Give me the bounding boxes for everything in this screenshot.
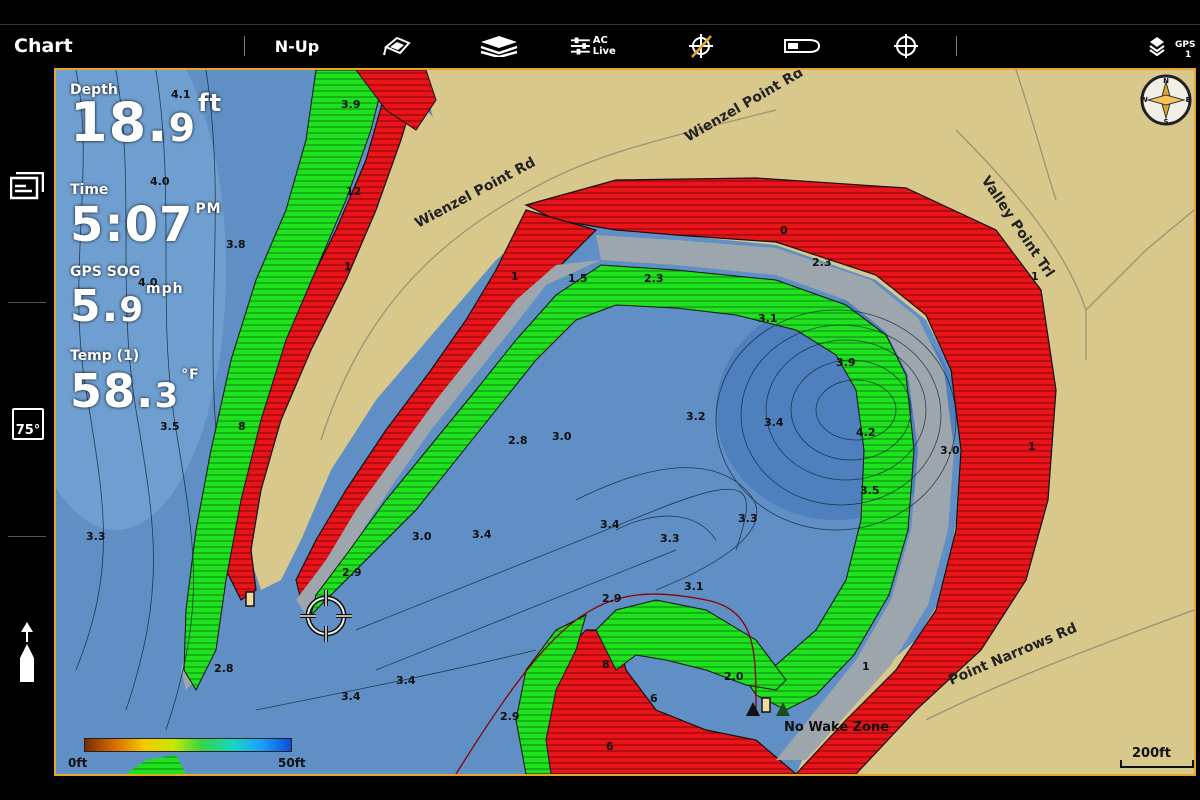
buoy-marker: [245, 591, 255, 607]
left-sidebar: 75°: [0, 66, 54, 800]
target-off-icon[interactable]: [686, 28, 716, 64]
waypoint-flag-icon[interactable]: [380, 28, 416, 64]
compass-icon[interactable]: N S E W: [1140, 74, 1192, 126]
time-readout: Time 5:07 PM: [70, 182, 222, 253]
svg-text:3.4: 3.4: [396, 674, 416, 687]
buoy-marker: [761, 697, 771, 713]
depth-color-legend: [84, 738, 292, 752]
svg-text:2.3: 2.3: [812, 256, 832, 269]
svg-text:3.0: 3.0: [412, 530, 432, 543]
svg-text:S: S: [1163, 118, 1168, 126]
temperature-badge-value: 75°: [15, 423, 41, 438]
svg-text:3.3: 3.3: [660, 532, 680, 545]
svg-text:3.0: 3.0: [552, 430, 572, 443]
cursor-crosshair-icon[interactable]: [300, 590, 352, 642]
svg-text:1: 1: [511, 270, 519, 283]
boat-up-icon[interactable]: [16, 622, 38, 690]
svg-text:1: 1: [1028, 440, 1036, 453]
svg-text:2.9: 2.9: [342, 566, 362, 579]
temp-value: 58.: [70, 364, 155, 418]
svg-text:3.8: 3.8: [226, 238, 246, 251]
svg-text:6: 6: [606, 740, 614, 753]
svg-text:3.9: 3.9: [341, 98, 361, 111]
temp-readout: Temp (1) 58.3°F: [70, 348, 200, 418]
svg-text:3.4: 3.4: [600, 518, 620, 531]
svg-text:1: 1: [1031, 270, 1039, 283]
app-title: Chart: [14, 35, 73, 57]
depth-value: 18.: [70, 91, 169, 154]
sog-label: GPS SOG: [70, 264, 141, 280]
svg-text:2.3: 2.3: [644, 272, 664, 285]
toolbar-separator: [244, 36, 245, 56]
aclive-button[interactable]: AC Live: [570, 28, 632, 64]
svg-text:8: 8: [602, 658, 610, 671]
toolbar-separator: [956, 36, 957, 56]
svg-text:3.2: 3.2: [686, 410, 706, 423]
map-canvas: Wienzel Point Rd Wienzel Point Rd Valley…: [56, 70, 1194, 774]
svg-text:N: N: [1163, 77, 1169, 85]
boat-icon[interactable]: [782, 28, 822, 64]
svg-text:3.3: 3.3: [86, 530, 106, 543]
svg-text:2.0: 2.0: [724, 670, 744, 683]
svg-text:3.5: 3.5: [860, 484, 880, 497]
aclive-label: AC Live: [592, 35, 616, 57]
chart-map[interactable]: Wienzel Point Rd Wienzel Point Rd Valley…: [54, 68, 1196, 776]
top-divider: [0, 24, 1200, 25]
gps-label: GPS 1: [1175, 40, 1196, 60]
svg-text:1: 1: [344, 260, 352, 273]
crosshair-icon[interactable]: [892, 28, 920, 64]
svg-text:4.2: 4.2: [856, 426, 876, 439]
temp-label: Temp (1): [70, 348, 140, 364]
orientation-button[interactable]: N-Up: [262, 28, 332, 64]
time-label: Time: [70, 182, 109, 198]
sliders-icon: [570, 37, 590, 55]
svg-text:3.4: 3.4: [341, 690, 361, 703]
scale-bar: [1120, 760, 1194, 768]
svg-text:0: 0: [780, 224, 788, 237]
svg-text:W: W: [1140, 96, 1148, 104]
svg-text:3.9: 3.9: [836, 356, 856, 369]
sidebar-separator: [8, 536, 46, 537]
sog-value: 5.: [70, 281, 120, 332]
svg-text:1: 1: [862, 660, 870, 673]
svg-text:2.9: 2.9: [500, 710, 520, 723]
svg-text:2.9: 2.9: [602, 592, 622, 605]
svg-text:2.8: 2.8: [508, 434, 528, 447]
no-wake-zone-label: No Wake Zone: [784, 720, 890, 735]
time-value: 5:07: [70, 197, 194, 253]
svg-text:E: E: [1186, 96, 1191, 104]
svg-text:3.4: 3.4: [472, 528, 492, 541]
temperature-badge[interactable]: 75°: [12, 408, 44, 440]
svg-text:2.8: 2.8: [214, 662, 234, 675]
scale-label: 200ft: [1132, 746, 1172, 761]
window-layout-icon[interactable]: [9, 171, 45, 204]
legend-max-label: 50ft: [278, 756, 306, 770]
svg-text:3.3: 3.3: [738, 512, 758, 525]
sog-readout: GPS SOG 5.9mph: [70, 264, 184, 332]
depth-readout: Depth 18.9ft: [70, 82, 223, 154]
svg-text:3.0: 3.0: [940, 444, 960, 457]
top-toolbar: Chart N-Up AC Live GPS 1: [0, 0, 1200, 66]
svg-text:6: 6: [650, 692, 658, 705]
svg-text:3.1: 3.1: [758, 312, 778, 325]
svg-text:12: 12: [346, 185, 361, 198]
layers-icon[interactable]: [478, 28, 520, 64]
svg-text:1.5: 1.5: [568, 272, 588, 285]
svg-text:3.4: 3.4: [764, 416, 784, 429]
legend-min-label: 0ft: [68, 756, 88, 770]
sidebar-separator: [8, 302, 46, 303]
svg-text:3.1: 3.1: [684, 580, 704, 593]
svg-text:8: 8: [238, 420, 246, 433]
gps-signal-icon[interactable]: [1144, 28, 1170, 64]
